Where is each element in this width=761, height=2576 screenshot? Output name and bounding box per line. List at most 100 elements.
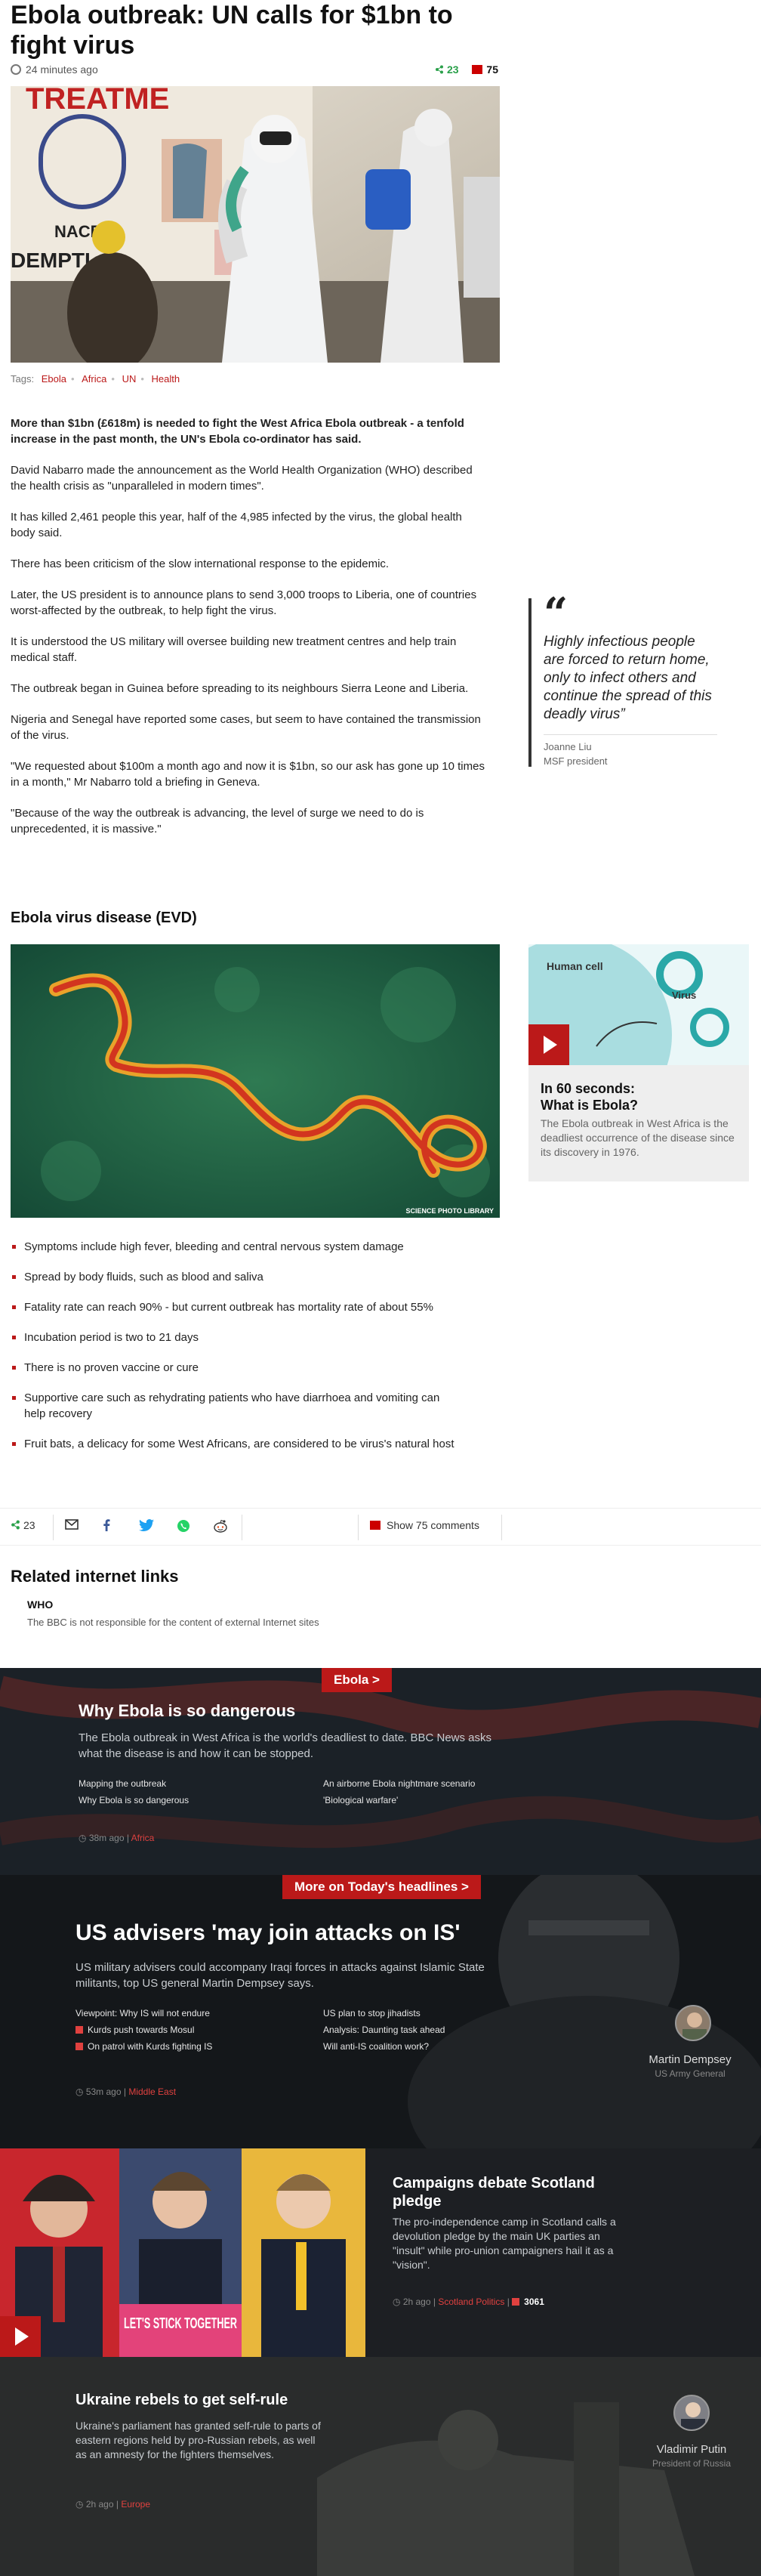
article-meta: 24 minutes ago 23 75 xyxy=(11,63,498,80)
fact-item: Fatality rate can reach 90% - but curren… xyxy=(11,1299,464,1315)
ukraine-feature-band: Ukraine rebels to get self-rule Ukraine'… xyxy=(0,2357,761,2576)
ebola-section-label[interactable]: Ebola > xyxy=(322,1668,392,1692)
headlines-section-label[interactable]: More on Today's headlines > xyxy=(282,1875,481,1899)
comment-count-link[interactable]: 75 xyxy=(472,63,498,76)
video-icon xyxy=(75,2043,83,2050)
scotland-feature-description: The pro-independence camp in Scotland ca… xyxy=(393,2216,616,2271)
feature-link-label: Kurds push towards Mosul xyxy=(88,2025,195,2035)
reddit-share-button[interactable] xyxy=(213,1519,228,1536)
feature-link-label: On patrol with Kurds fighting IS xyxy=(88,2041,213,2052)
person-name: Vladimir Putin xyxy=(656,2443,727,2456)
headlines-feature-description: US military advisers could accompany Ira… xyxy=(75,1961,485,1990)
article-paragraph: It is understood the US military will ov… xyxy=(11,635,457,664)
ebola-feature-title[interactable]: Why Ebola is so dangerous xyxy=(79,1701,295,1721)
show-comments-button[interactable]: Show 75 comments xyxy=(370,1519,479,1536)
article-stats: 23 75 xyxy=(435,63,498,76)
video-icon xyxy=(75,2026,83,2034)
whatsapp-share-button[interactable] xyxy=(177,1519,190,1536)
fact-item: There is no proven vaccine or cure xyxy=(11,1360,464,1376)
play-button-icon[interactable] xyxy=(528,1024,569,1065)
tag-africa[interactable]: Africa xyxy=(82,373,106,385)
tag-health[interactable]: Health xyxy=(152,373,180,385)
quote-author-role: MSF president xyxy=(544,755,608,767)
person-role: US Army General xyxy=(655,2068,726,2079)
ukraine-feature-description: Ukraine's parliament has granted self-ru… xyxy=(75,2420,321,2460)
feature-source-link[interactable]: Scotland Politics xyxy=(438,2296,504,2307)
scotland-feature-title[interactable]: Campaigns debate Scotland pledge xyxy=(393,2174,619,2210)
facebook-share-button[interactable] xyxy=(103,1519,110,1536)
clock-icon: ◷ xyxy=(79,1833,87,1843)
pull-quote: “ Highly infectious people are forced to… xyxy=(528,588,717,767)
feature-link[interactable]: Why Ebola is so dangerous xyxy=(79,1795,189,1805)
article-paragraph: "We requested about $100m a month ago an… xyxy=(11,760,485,789)
whatsapp-icon xyxy=(177,1520,189,1532)
headlines-feature-links: Viewpoint: Why IS will not endure Kurds … xyxy=(75,2008,498,2061)
feature-link[interactable]: On patrol with Kurds fighting IS xyxy=(75,2041,212,2052)
promo-title: In 60 seconds: What is Ebola? xyxy=(541,1080,638,1113)
feature-link[interactable]: Will anti-IS coalition work? xyxy=(323,2041,429,2052)
headlines-feature-title[interactable]: US advisers 'may join attacks on IS' xyxy=(75,1920,460,1946)
feature-link[interactable]: Kurds push towards Mosul xyxy=(75,2025,194,2035)
feature-link[interactable]: An airborne Ebola nightmare scenario xyxy=(323,1778,475,1789)
tag-list: Tags: Ebola • Africa • UN • Health xyxy=(11,373,180,385)
quote-mark: “ xyxy=(544,588,568,638)
feature-link[interactable]: Mapping the outbreak xyxy=(79,1778,166,1789)
feature-source-link[interactable]: Europe xyxy=(121,2499,150,2510)
ebola-virus-micrograph: SCIENCE PHOTO LIBRARY xyxy=(11,944,500,1218)
share-count-link[interactable]: 23 xyxy=(435,63,461,76)
diagram-label-cell: Human cell xyxy=(547,960,603,972)
external-links-disclaimer: The BBC is not responsible for the conte… xyxy=(27,1617,319,1628)
ebola-feature-meta: ◷ 38m ago | Africa xyxy=(79,1833,155,1843)
clock-icon: ◷ xyxy=(75,2499,84,2510)
tag-ebola[interactable]: Ebola xyxy=(42,373,66,385)
share-icon xyxy=(11,1520,20,1530)
feature-time: 53m ago xyxy=(85,2086,122,2097)
scotland-feature-band: LET'S STICK TOGETHER Campaigns debate Sc… xyxy=(0,2148,761,2357)
article-paragraph: The outbreak began in Guinea before spre… xyxy=(11,682,469,695)
feature-link[interactable]: US plan to stop jihadists xyxy=(323,2008,421,2018)
share-bar: 23 Show 75 comments xyxy=(0,1508,761,1546)
related-link-who[interactable]: WHO xyxy=(27,1598,53,1611)
scotland-feature-meta: ◷ 2h ago | Scotland Politics | 3061 xyxy=(393,2296,544,2307)
tag-separator: • xyxy=(70,373,75,385)
quote-text: Highly infectious people are forced to r… xyxy=(544,634,712,722)
hero-sign-word: TREATME xyxy=(26,86,169,116)
feature-link[interactable]: Analysis: Daunting task ahead xyxy=(323,2025,445,2035)
scotland-photo-collage: LET'S STICK TOGETHER xyxy=(0,2148,365,2357)
promo-title-line: What is Ebola? xyxy=(541,1098,639,1113)
twitter-share-button[interactable] xyxy=(139,1519,154,1536)
related-links-heading: Related internet links xyxy=(11,1567,179,1586)
email-icon xyxy=(65,1519,79,1530)
article-paragraph: David Nabarro made the announcement as t… xyxy=(11,464,473,493)
feature-link[interactable]: 'Biological warfare' xyxy=(323,1795,398,1805)
ebola-feature-description: The Ebola outbreak in West Africa is the… xyxy=(79,1731,492,1760)
ukraine-feature-title[interactable]: Ukraine rebels to get self-rule xyxy=(75,2392,288,2409)
headlines-feature-meta: ◷ 53m ago | Middle East xyxy=(75,2086,177,2097)
facebook-icon xyxy=(103,1519,110,1531)
tag-un[interactable]: UN xyxy=(122,373,137,385)
play-button-icon[interactable] xyxy=(0,2316,41,2357)
feature-time: 38m ago xyxy=(88,1833,125,1843)
show-comments-label: Show 75 comments xyxy=(387,1519,479,1531)
share-divider xyxy=(358,1515,359,1540)
email-share-button[interactable] xyxy=(65,1519,79,1536)
article-paragraph: More than $1bn (£618m) is needed to figh… xyxy=(11,417,464,446)
campaign-sign-text: LET'S STICK TOGETHER xyxy=(124,2315,237,2332)
video-promo-card[interactable]: Human cell Virus In 60 seconds: What is … xyxy=(528,944,749,1181)
person-role: President of Russia xyxy=(652,2458,732,2469)
ukraine-feature-meta: ◷ 2h ago | Europe xyxy=(75,2499,151,2510)
share-bar-count: 23 xyxy=(23,1519,35,1531)
feature-comment-count[interactable]: 3061 xyxy=(524,2296,544,2307)
comment-count: 75 xyxy=(486,63,498,76)
feature-link[interactable]: Viewpoint: Why IS will not endure xyxy=(75,2008,210,2018)
article-timestamp: 24 minutes ago xyxy=(26,63,98,76)
hero-image: TREATME NACP DEMPTI xyxy=(11,86,500,363)
feature-source-link[interactable]: Middle East xyxy=(128,2086,176,2097)
image-credit: SCIENCE PHOTO LIBRARY xyxy=(405,1207,494,1215)
share-count-button[interactable]: 23 xyxy=(11,1519,35,1536)
clock-icon xyxy=(11,64,21,75)
feature-source-link[interactable]: Africa xyxy=(131,1833,155,1843)
article-paragraph: It has killed 2,461 people this year, ha… xyxy=(11,511,462,539)
comment-icon xyxy=(472,65,483,74)
promo-title-line: In 60 seconds: xyxy=(541,1081,636,1096)
